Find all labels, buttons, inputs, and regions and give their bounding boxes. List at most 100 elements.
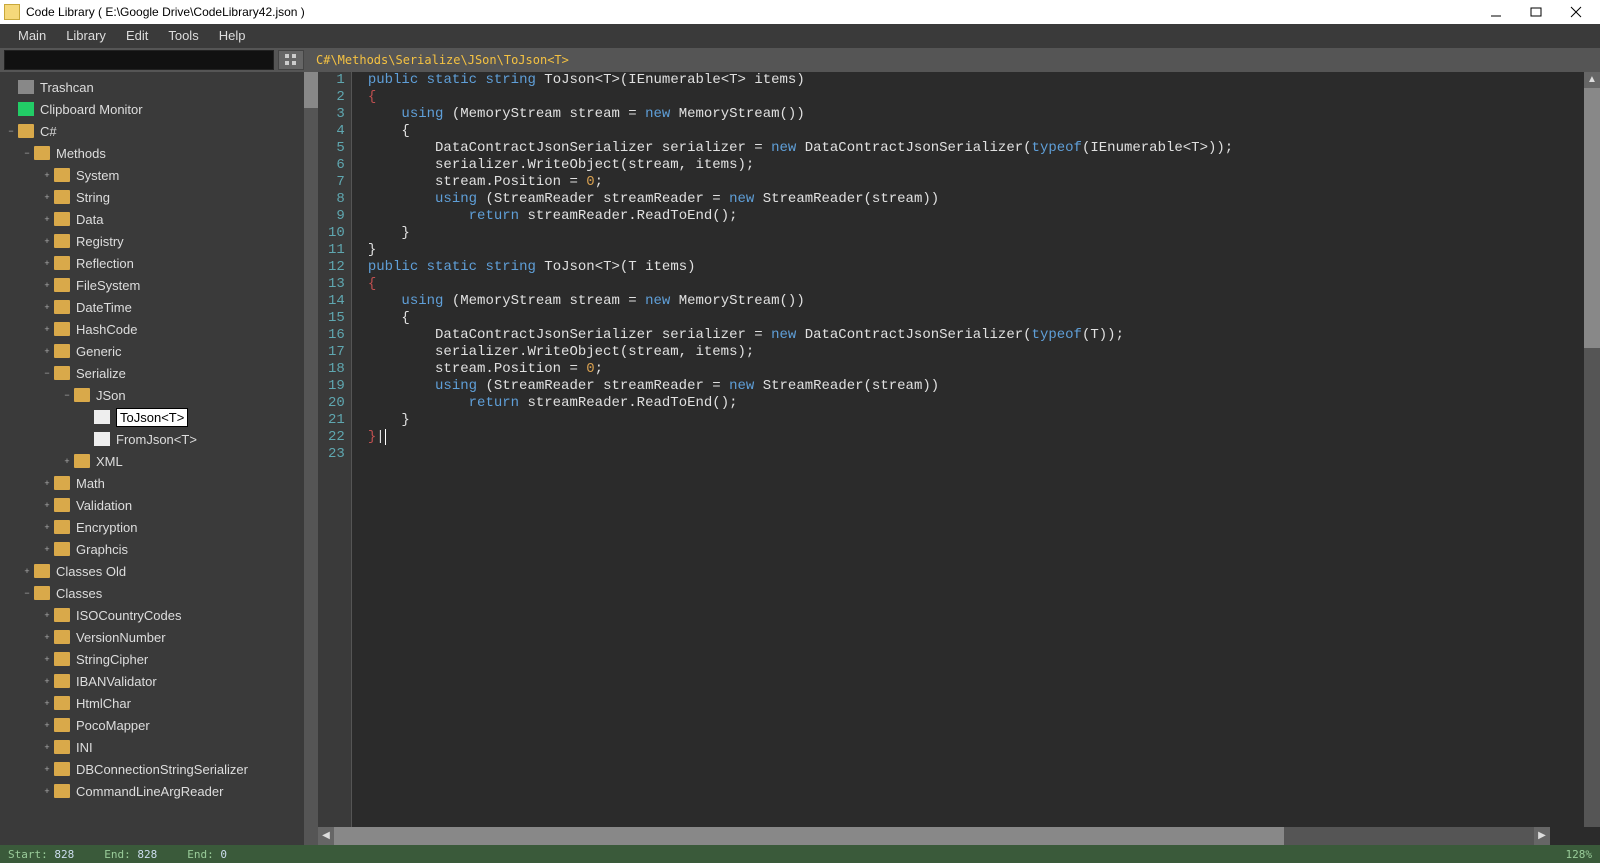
expand-icon[interactable]: +: [42, 170, 52, 180]
folder-icon: [54, 718, 70, 732]
scroll-left-icon[interactable]: ◀: [318, 827, 334, 845]
tree-item[interactable]: +ISOCountryCodes: [0, 604, 318, 626]
expand-icon[interactable]: +: [42, 764, 52, 774]
tree-item[interactable]: +StringCipher: [0, 648, 318, 670]
tree-item[interactable]: + VersionNumber: [0, 626, 318, 648]
expand-icon[interactable]: +: [42, 786, 52, 796]
tree-item[interactable]: Trashcan: [0, 76, 318, 98]
tree-item[interactable]: +Reflection: [0, 252, 318, 274]
code-text[interactable]: public static string ToJson<T>(IEnumerab…: [362, 72, 1239, 845]
expand-icon[interactable]: +: [42, 324, 52, 334]
tree-item[interactable]: +IBANValidator: [0, 670, 318, 692]
tree-item[interactable]: +Generic: [0, 340, 318, 362]
tree-item[interactable]: −Methods: [0, 142, 318, 164]
tree-item[interactable]: +DBConnectionStringSerializer: [0, 758, 318, 780]
menu-main[interactable]: Main: [8, 24, 56, 48]
tree-item[interactable]: + INI: [0, 736, 318, 758]
expand-icon[interactable]: +: [42, 698, 52, 708]
expand-icon[interactable]: +: [42, 214, 52, 224]
tree-item-label: String: [76, 190, 110, 205]
expand-icon[interactable]: +: [42, 742, 52, 752]
tree-item[interactable]: +Registry: [0, 230, 318, 252]
tree-item[interactable]: ToJson<T>: [0, 406, 318, 428]
tree-item-label: FromJson<T>: [116, 432, 197, 447]
tree-item-label: C#: [40, 124, 57, 139]
tree-item[interactable]: +Math: [0, 472, 318, 494]
expand-icon[interactable]: +: [42, 346, 52, 356]
expand-icon[interactable]: +: [62, 456, 72, 466]
tree-item[interactable]: +Data: [0, 208, 318, 230]
expand-icon[interactable]: +: [42, 654, 52, 664]
editor[interactable]: 1234567891011121314151617181920212223 pu…: [318, 72, 1600, 845]
tree-item[interactable]: + String: [0, 186, 318, 208]
tree-item[interactable]: + Encryption: [0, 516, 318, 538]
folder-icon: [54, 630, 70, 644]
collapse-icon[interactable]: −: [42, 368, 52, 378]
tree-item-label: PocoMapper: [76, 718, 150, 733]
tree-item[interactable]: − JSon: [0, 384, 318, 406]
menu-library[interactable]: Library: [56, 24, 116, 48]
tree-item[interactable]: +HtmlChar: [0, 692, 318, 714]
fold-column[interactable]: [352, 72, 362, 845]
collapse-icon[interactable]: −: [6, 126, 16, 136]
expand-icon[interactable]: +: [22, 566, 32, 576]
menu-tools[interactable]: Tools: [158, 24, 208, 48]
tree-item[interactable]: −Serialize: [0, 362, 318, 384]
editor-vscrollbar[interactable]: ▲: [1584, 72, 1600, 827]
folder-icon: [54, 256, 70, 270]
folder-icon: [18, 124, 34, 138]
expand-icon[interactable]: +: [42, 280, 52, 290]
tree-item-label: VersionNumber: [76, 630, 166, 645]
tree-item-label: JSon: [96, 388, 126, 403]
app-icon: [4, 4, 20, 20]
tree-item[interactable]: +DateTime: [0, 296, 318, 318]
expand-icon[interactable]: +: [42, 632, 52, 642]
tree-item[interactable]: FromJson<T>: [0, 428, 318, 450]
tree-item[interactable]: +Graphcis: [0, 538, 318, 560]
folder-icon: [54, 696, 70, 710]
folder-icon: [54, 784, 70, 798]
tree-item[interactable]: +CommandLineArgReader: [0, 780, 318, 802]
tree-item[interactable]: +Classes Old: [0, 560, 318, 582]
tree-item[interactable]: +FileSystem: [0, 274, 318, 296]
maximize-button[interactable]: [1516, 2, 1556, 22]
collapse-icon[interactable]: −: [22, 148, 32, 158]
editor-hscrollbar[interactable]: ◀ ▶: [318, 827, 1550, 845]
sidebar-scrollbar[interactable]: [304, 72, 318, 845]
tree-item[interactable]: − C#: [0, 120, 318, 142]
search-input[interactable]: [4, 50, 274, 70]
expand-icon[interactable]: +: [42, 258, 52, 268]
menu-help[interactable]: Help: [209, 24, 256, 48]
collapse-icon[interactable]: −: [62, 390, 72, 400]
tree-item[interactable]: −Classes: [0, 582, 318, 604]
scroll-right-icon[interactable]: ▶: [1534, 827, 1550, 845]
tree-item[interactable]: Clipboard Monitor: [0, 98, 318, 120]
tree-item[interactable]: +XML: [0, 450, 318, 472]
menu-edit[interactable]: Edit: [116, 24, 158, 48]
tree-item[interactable]: +System: [0, 164, 318, 186]
tree-item[interactable]: + PocoMapper: [0, 714, 318, 736]
expand-icon[interactable]: +: [42, 500, 52, 510]
scroll-up-icon[interactable]: ▲: [1584, 72, 1600, 88]
expand-icon[interactable]: +: [42, 610, 52, 620]
folder-icon: [34, 146, 50, 160]
expand-icon[interactable]: +: [42, 522, 52, 532]
minimize-button[interactable]: [1476, 2, 1516, 22]
close-button[interactable]: [1556, 2, 1596, 22]
collapse-icon[interactable]: −: [22, 588, 32, 598]
tree-item-label: Encryption: [76, 520, 137, 535]
tree-item-label: INI: [76, 740, 93, 755]
folder-icon: [54, 762, 70, 776]
expand-icon[interactable]: +: [42, 236, 52, 246]
folder-icon: [54, 520, 70, 534]
tree-item[interactable]: +Validation: [0, 494, 318, 516]
expand-icon[interactable]: +: [42, 676, 52, 686]
expand-icon[interactable]: +: [42, 478, 52, 488]
tree-item[interactable]: +HashCode: [0, 318, 318, 340]
expand-icon[interactable]: +: [42, 192, 52, 202]
expand-icon[interactable]: +: [42, 720, 52, 730]
toolbar-button[interactable]: [278, 50, 304, 70]
expand-icon[interactable]: +: [42, 544, 52, 554]
expand-icon[interactable]: +: [42, 302, 52, 312]
trash-icon: [18, 80, 34, 94]
